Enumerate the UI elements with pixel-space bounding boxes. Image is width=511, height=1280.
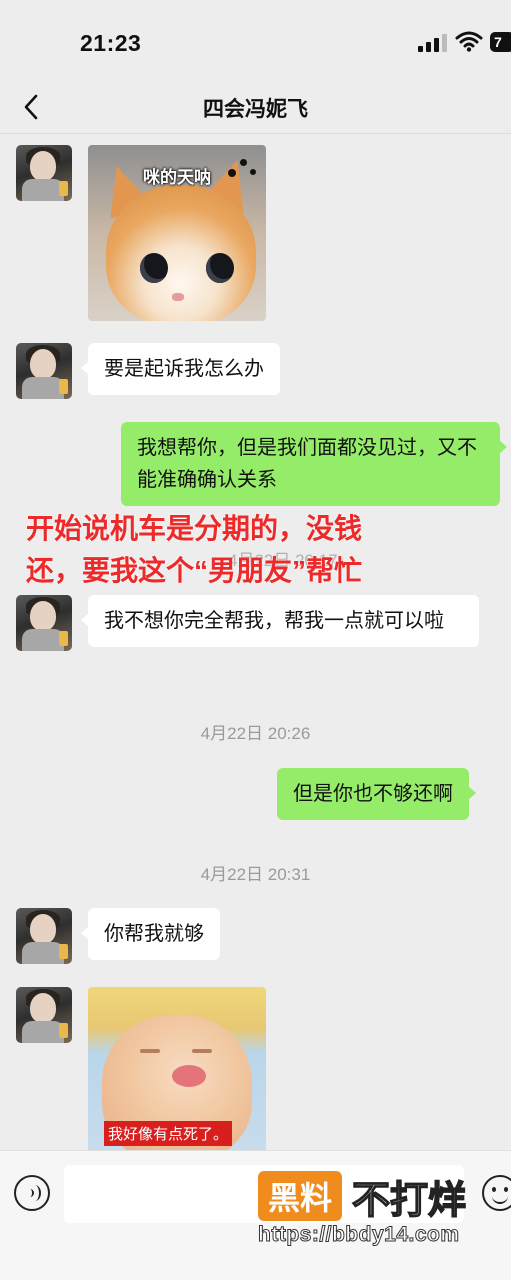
sticker-caption: 我好像有点死了。 xyxy=(104,1121,233,1146)
watermark-text: 不打烊 xyxy=(351,1179,467,1223)
avatar[interactable] xyxy=(16,908,72,964)
sticker-message[interactable]: 咪的天呐 xyxy=(88,145,266,321)
avatar[interactable] xyxy=(16,987,72,1043)
annotation-overlay: 开始说机车是分期的，没钱 还，要我这个“男朋友”帮忙 xyxy=(26,508,362,592)
avatar[interactable] xyxy=(16,595,72,651)
sticker-caption: 咪的天呐 xyxy=(143,168,211,187)
message-bubble-incoming[interactable]: 我不想你完全帮我，帮我一点就可以啦 xyxy=(81,595,479,647)
signal-icon xyxy=(418,34,447,52)
timestamp: 4月22日 20:26 xyxy=(200,724,311,743)
avatar[interactable] xyxy=(16,145,72,201)
voice-icon[interactable] xyxy=(14,1175,50,1211)
message-bubble-outgoing[interactable]: 我想帮你，但是我们面都没见过，又不能准确确认关系 xyxy=(121,422,507,506)
chat-list[interactable]: 咪的天呐 要是起诉我怎么办 我想帮你，但是我们面都没见过，又不能准确确认关系 4… xyxy=(0,135,511,1150)
watermark-badge: 黑料 xyxy=(258,1171,343,1221)
sticker-message[interactable]: 我好像有点死了。 xyxy=(88,987,266,1150)
input-bar: 黑料 不打烊 https://bbdy14.com xyxy=(0,1150,511,1280)
timestamp: 4月22日 20:31 xyxy=(200,865,311,884)
status-time: 21:23 xyxy=(80,30,142,56)
status-bar: 21:23 7 xyxy=(0,0,511,80)
battery-indicator: 7 xyxy=(490,32,511,52)
emoji-icon[interactable] xyxy=(482,1175,511,1211)
message-bubble-outgoing[interactable]: 但是你也不够还啊 xyxy=(277,768,476,820)
nav-bar: 四会冯妮飞 xyxy=(0,80,511,134)
watermark-url: https://bbdy14.com xyxy=(258,1223,460,1247)
avatar[interactable] xyxy=(16,343,72,399)
chat-title: 四会冯妮飞 xyxy=(203,98,308,121)
annotation-line: 开始说机车是分期的，没钱 xyxy=(26,513,363,544)
message-bubble-incoming[interactable]: 要是起诉我怎么办 xyxy=(81,343,280,395)
annotation-line: 还，要我这个“男朋友”帮忙 xyxy=(26,555,363,586)
message-bubble-incoming[interactable]: 你帮我就够 xyxy=(81,908,220,960)
wifi-icon xyxy=(455,31,483,52)
